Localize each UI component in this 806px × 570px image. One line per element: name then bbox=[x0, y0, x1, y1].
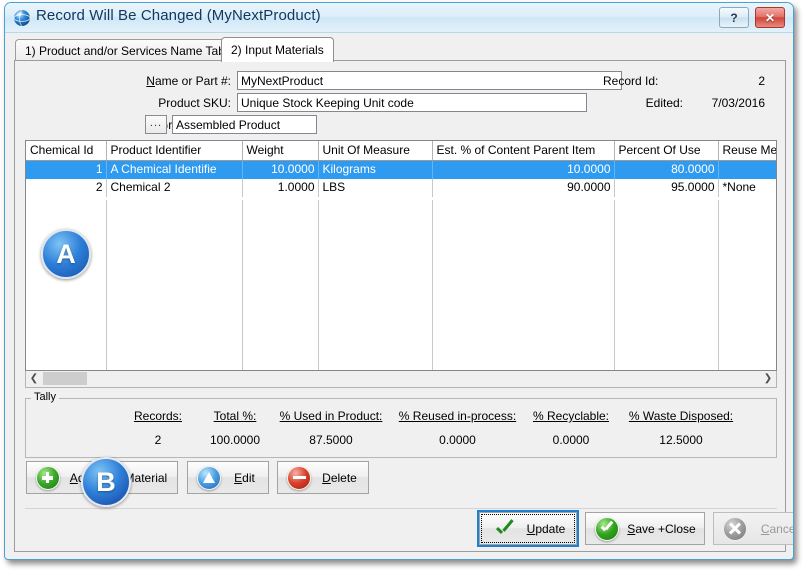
cell-product-identifier: A Chemical Identifie bbox=[106, 161, 242, 179]
cell-reuse-method bbox=[718, 161, 777, 179]
green-check-circle-icon bbox=[595, 517, 619, 541]
product-sku-label: Product SKU: bbox=[81, 96, 231, 110]
edited-label: Edited: bbox=[603, 96, 683, 110]
tally-header-pct-used-in-product: % Used in Product: bbox=[273, 409, 389, 423]
col-header-chemical-id[interactable]: Chemical Id bbox=[26, 141, 106, 161]
cell-unit-of-measure: Kilograms bbox=[318, 161, 432, 179]
tally-value-records: 2 bbox=[123, 433, 193, 447]
tab-input-materials[interactable]: 2) Input Materials bbox=[221, 37, 334, 62]
product-sku-input[interactable] bbox=[237, 93, 587, 112]
tally-header-pct-waste-disposed: % Waste Disposed: bbox=[621, 409, 741, 423]
edit-button[interactable]: Edit bbox=[187, 461, 269, 494]
tally-header-records: Records: bbox=[123, 409, 193, 423]
save-and-close-button[interactable]: Save +Close bbox=[585, 512, 705, 545]
annotation-badge-a: A bbox=[41, 229, 91, 279]
save-and-close-label: Save +Close bbox=[619, 522, 704, 536]
cell-percent-of-use: 95.0000 bbox=[614, 179, 718, 197]
table-row[interactable]: 1 A Chemical Identifie 10.0000 Kilograms… bbox=[26, 161, 777, 179]
cell-chemical-id: 1 bbox=[26, 161, 106, 179]
triangle-circle-icon bbox=[197, 466, 221, 490]
tally-group bbox=[25, 398, 777, 458]
tally-header-pct-recyclable: % Recyclable: bbox=[523, 409, 619, 423]
tally-value-pct-reused-in-process: 0.0000 bbox=[391, 433, 524, 447]
tab-product-services-name-table[interactable]: 1) Product and/or Services Name Table bbox=[15, 39, 244, 61]
window-title: Record Will Be Changed (MyNextProduct) bbox=[36, 7, 321, 24]
group-name-browse-button[interactable]: ... bbox=[145, 115, 167, 134]
cancel-button: Cancel bbox=[713, 512, 794, 545]
minus-circle-icon bbox=[287, 466, 311, 490]
record-id-label: Record Id: bbox=[603, 74, 683, 88]
tally-header-total-pct: Total %: bbox=[202, 409, 268, 423]
footer-divider bbox=[25, 508, 777, 509]
tally-value-pct-recyclable: 0.0000 bbox=[523, 433, 619, 447]
cell-est-pct-content: 90.0000 bbox=[432, 179, 614, 197]
grid-column-divider bbox=[614, 200, 615, 370]
input-materials-grid[interactable]: Chemical Id Product Identifier Weight Un… bbox=[25, 140, 777, 371]
cell-unit-of-measure: LBS bbox=[318, 179, 432, 197]
cell-weight: 1.0000 bbox=[242, 179, 318, 197]
cancel-label: Cancel bbox=[747, 522, 794, 536]
edited-value: 7/03/2016 bbox=[701, 96, 765, 110]
cell-est-pct-content: 10.0000 bbox=[432, 161, 614, 179]
tally-value-total-pct: 100.0000 bbox=[202, 433, 268, 447]
checkmark-icon bbox=[494, 518, 516, 540]
tab-strip: 1) Product and/or Services Name Table 2)… bbox=[15, 37, 785, 61]
col-header-reuse-method[interactable]: Reuse Meth bbox=[718, 141, 777, 161]
close-button[interactable]: ✕ bbox=[755, 7, 785, 28]
grid-header-row: Chemical Id Product Identifier Weight Un… bbox=[26, 141, 777, 161]
update-button[interactable]: Update bbox=[479, 512, 577, 545]
grid-column-divider bbox=[318, 200, 319, 370]
title-bar: Record Will Be Changed (MyNextProduct) ?… bbox=[5, 3, 793, 33]
cell-percent-of-use: 80.0000 bbox=[614, 161, 718, 179]
update-label: Update bbox=[516, 522, 576, 536]
cell-weight: 10.0000 bbox=[242, 161, 318, 179]
group-name-input[interactable] bbox=[172, 115, 317, 134]
scroll-right-icon[interactable]: ❯ bbox=[760, 371, 776, 386]
col-header-unit-of-measure[interactable]: Unit Of Measure bbox=[318, 141, 432, 161]
grid-horizontal-scrollbar[interactable]: ❮ ❯ bbox=[25, 371, 777, 388]
tally-header-pct-reused-in-process: % Reused in-process: bbox=[391, 409, 524, 423]
scroll-left-icon[interactable]: ❮ bbox=[26, 371, 42, 386]
delete-label: Delete bbox=[311, 471, 368, 485]
tally-value-pct-used-in-product: 87.5000 bbox=[273, 433, 389, 447]
scrollbar-thumb[interactable] bbox=[43, 372, 87, 385]
col-header-percent-of-use[interactable]: Percent Of Use bbox=[614, 141, 718, 161]
tab-panel-input-materials: Name or Part #: Product SKU: Group Name:… bbox=[14, 60, 786, 552]
edit-label: Edit bbox=[221, 471, 268, 485]
help-button[interactable]: ? bbox=[719, 7, 749, 28]
grid-column-divider bbox=[242, 200, 243, 370]
grid-column-divider bbox=[718, 200, 719, 370]
grid-column-divider bbox=[432, 200, 433, 370]
grid-column-divider bbox=[106, 200, 107, 370]
dialog-window: Record Will Be Changed (MyNextProduct) ?… bbox=[4, 2, 794, 560]
annotation-badge-b: B bbox=[81, 457, 131, 507]
plus-circle-icon bbox=[36, 466, 60, 490]
delete-button[interactable]: Delete bbox=[277, 461, 369, 494]
name-or-part-input[interactable] bbox=[237, 71, 622, 90]
table-row[interactable]: 2 Chemical 2 1.0000 LBS 90.0000 95.0000 … bbox=[26, 179, 777, 197]
application-window: Record Will Be Changed (MyNextProduct) ?… bbox=[0, 0, 806, 570]
grid-table: Chemical Id Product Identifier Weight Un… bbox=[26, 141, 777, 197]
cell-chemical-id: 2 bbox=[26, 179, 106, 197]
tally-legend-label: Tally bbox=[31, 391, 59, 403]
col-header-weight[interactable]: Weight bbox=[242, 141, 318, 161]
tally-value-pct-waste-disposed: 12.5000 bbox=[621, 433, 741, 447]
cell-product-identifier: Chemical 2 bbox=[106, 179, 242, 197]
col-header-est-pct-content[interactable]: Est. % of Content Parent Item bbox=[432, 141, 614, 161]
record-id-value: 2 bbox=[705, 74, 765, 88]
grid-empty-area bbox=[27, 200, 777, 370]
name-or-part-label: Name or Part #: bbox=[81, 74, 231, 88]
col-header-product-identifier[interactable]: Product Identifier bbox=[106, 141, 242, 161]
gray-x-circle-icon bbox=[723, 517, 747, 541]
globe-icon bbox=[13, 9, 31, 27]
cell-reuse-method: *None bbox=[718, 179, 777, 197]
